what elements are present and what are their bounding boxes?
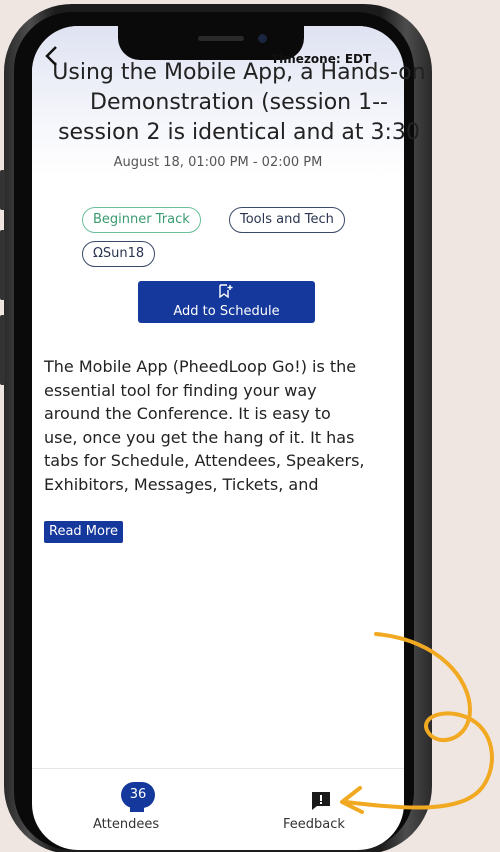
feedback-tab-label: Feedback <box>283 817 345 832</box>
front-camera <box>258 34 267 43</box>
back-button[interactable] <box>44 44 58 74</box>
attendees-tab-label: Attendees <box>93 817 160 832</box>
earpiece-speaker <box>198 36 244 41</box>
add-to-schedule-label: Add to Schedule <box>173 304 280 319</box>
session-description: The Mobile App (PheedLoop Go!) is the es… <box>44 357 365 494</box>
timezone-label[interactable]: Timezone: EDT <box>271 52 371 66</box>
feedback-icon <box>312 792 330 810</box>
add-to-schedule-button[interactable]: Add to Schedule <box>138 281 315 323</box>
bookmark-plus-icon <box>219 284 233 298</box>
volume-down-button <box>0 315 5 385</box>
session-title: Using the Mobile App, a Hands-on Demonst… <box>52 60 426 145</box>
mute-switch <box>0 170 5 210</box>
chevron-left-icon <box>45 46 57 66</box>
attendees-icon <box>130 804 144 812</box>
tab-bar-divider <box>32 768 404 769</box>
session-datetime: August 18, 01:00 PM - 02:00 PM <box>113 155 323 170</box>
volume-up-button <box>0 230 5 300</box>
tag-tools-and-tech[interactable]: Tools and Tech <box>229 207 345 233</box>
read-more-button[interactable]: Read More <box>44 521 124 543</box>
tag-sun18[interactable]: ΩSun18 <box>82 241 156 267</box>
tag-beginner-track[interactable]: Beginner Track <box>82 207 201 233</box>
